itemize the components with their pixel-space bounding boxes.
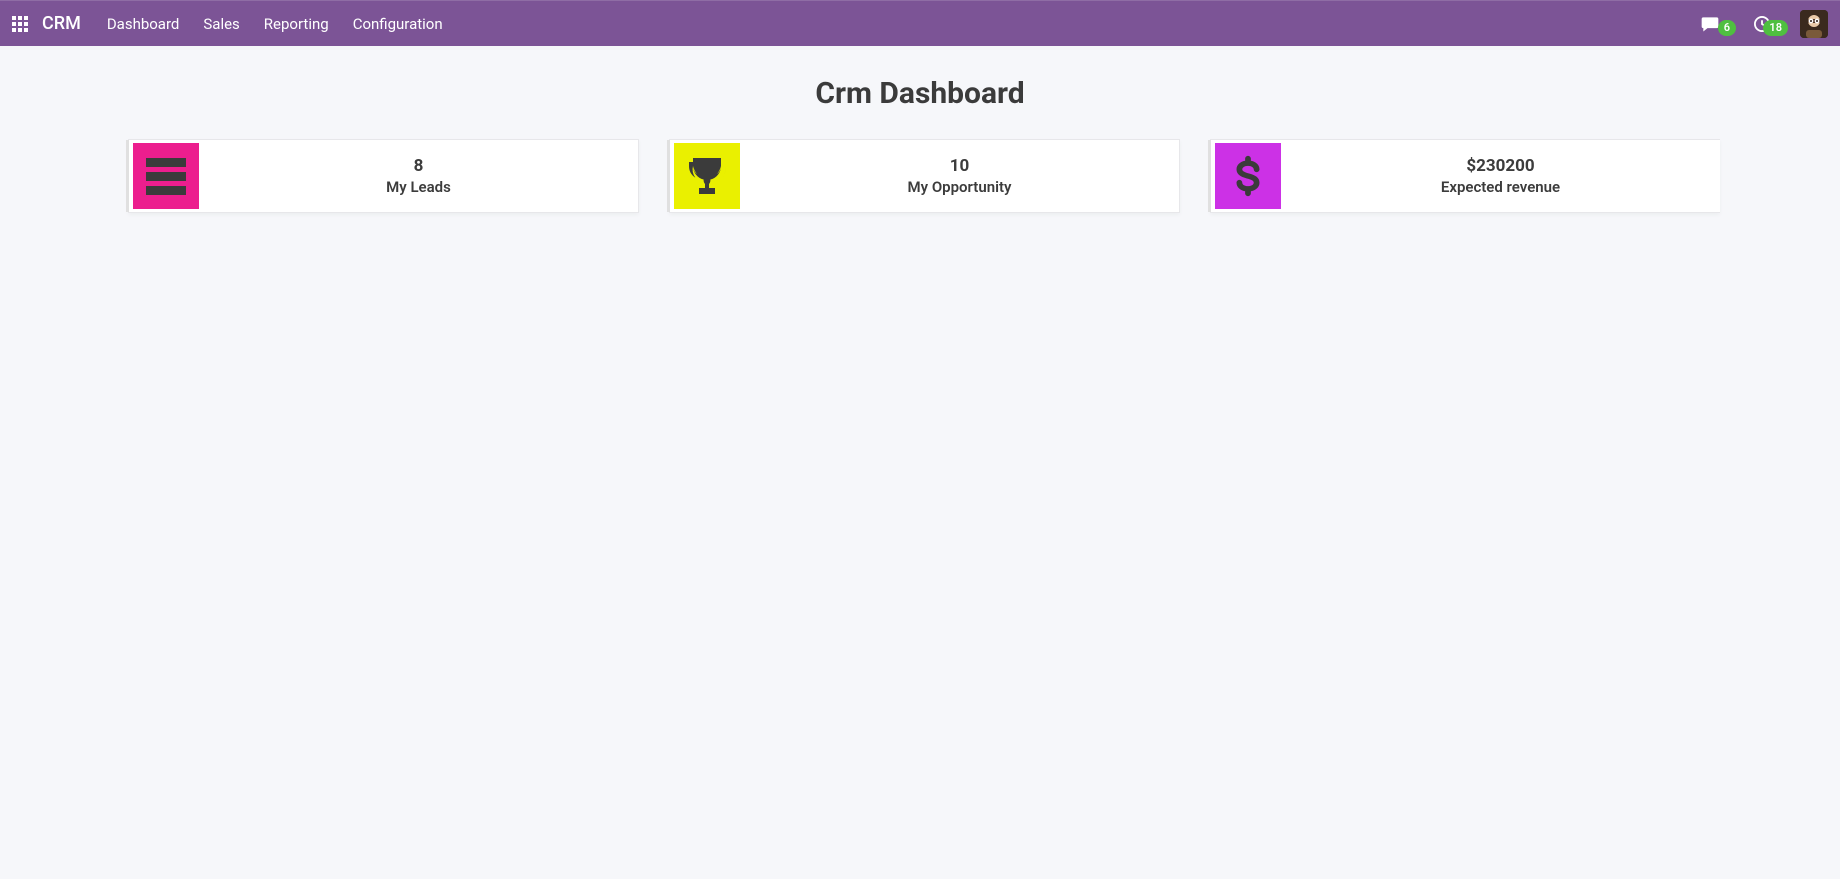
navbar: CRM Dashboard Sales Reporting Configurat…: [0, 0, 1840, 46]
card-label: My Leads: [386, 178, 451, 196]
messages-badge: 6: [1718, 20, 1736, 36]
nav-item-sales[interactable]: Sales: [191, 1, 251, 47]
user-avatar[interactable]: [1800, 10, 1828, 38]
card-value: 10: [950, 156, 970, 176]
card-my-leads[interactable]: 8 My Leads: [128, 139, 639, 213]
speech-bubble-icon: [1700, 14, 1720, 34]
card-stripe: [126, 140, 129, 212]
card-content: 10 My Opportunity: [740, 148, 1179, 204]
apps-grid-icon: [12, 16, 28, 32]
card-label: Expected revenue: [1441, 178, 1560, 196]
card-my-opportunity[interactable]: 10 My Opportunity: [669, 139, 1180, 213]
icon-box: [1215, 143, 1281, 209]
card-stripe: [1208, 140, 1211, 212]
app-brand[interactable]: CRM: [40, 13, 95, 34]
activities-button[interactable]: 18: [1742, 14, 1782, 34]
dashboard-cards-row: 8 My Leads 10 My Opportunity $230200 Exp…: [0, 139, 1840, 213]
card-label: My Opportunity: [908, 178, 1012, 196]
card-content: 8 My Leads: [199, 148, 638, 204]
nav-left: CRM Dashboard Sales Reporting Configurat…: [0, 1, 455, 46]
nav-item-reporting[interactable]: Reporting: [252, 1, 341, 47]
card-stripe: [667, 140, 670, 212]
trophy-icon: [683, 152, 731, 200]
card-content: $230200 Expected revenue: [1281, 148, 1720, 204]
nav-right: 6 18: [1690, 1, 1840, 46]
card-value: 8: [414, 156, 424, 176]
apps-menu-button[interactable]: [0, 1, 40, 47]
card-value: $230200: [1466, 156, 1534, 176]
page-title: Crm Dashboard: [0, 46, 1840, 139]
activities-badge: 18: [1763, 20, 1788, 36]
dollar-icon: [1225, 153, 1271, 199]
nav-item-dashboard[interactable]: Dashboard: [95, 1, 192, 47]
icon-box: [133, 143, 199, 209]
nav-item-configuration[interactable]: Configuration: [341, 1, 455, 47]
messages-button[interactable]: 6: [1690, 14, 1730, 34]
list-icon: [138, 148, 194, 204]
card-expected-revenue[interactable]: $230200 Expected revenue: [1210, 139, 1720, 213]
avatar-icon: [1800, 10, 1828, 38]
icon-box: [674, 143, 740, 209]
